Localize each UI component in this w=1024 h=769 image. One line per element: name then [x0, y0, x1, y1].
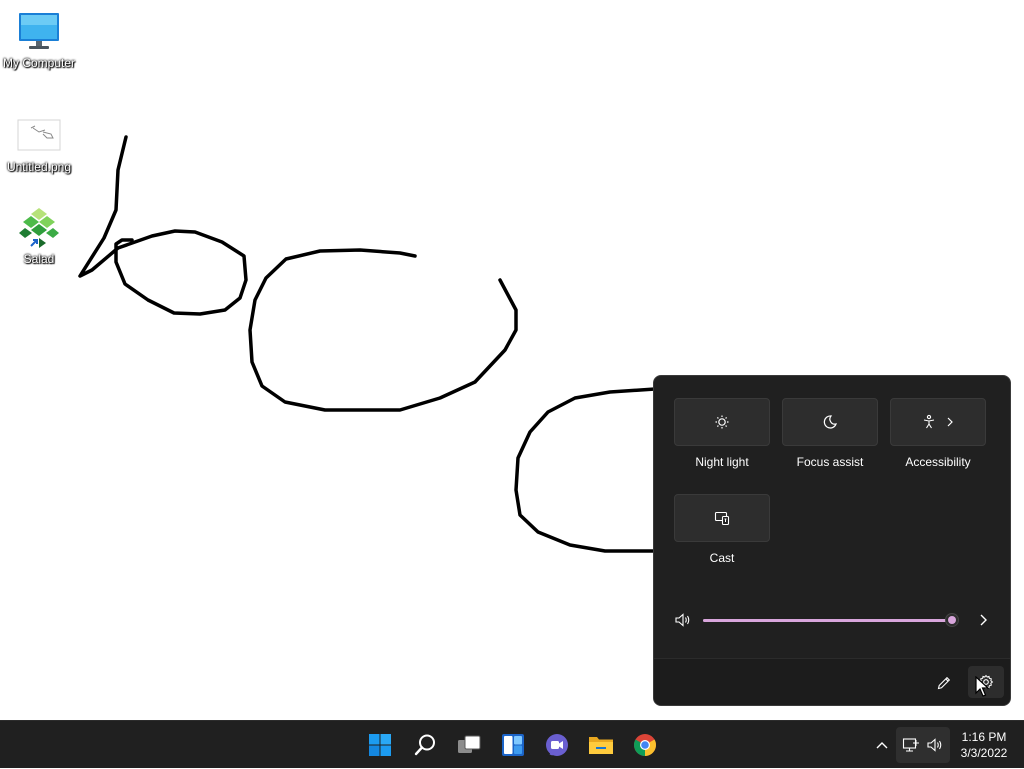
teams-chat-icon: [546, 734, 568, 756]
quick-settings-footer: [654, 658, 1010, 705]
tile-label: Cast: [709, 551, 735, 565]
chevron-right-icon[interactable]: [975, 612, 991, 628]
tile-focus-assist[interactable]: Focus assist: [782, 398, 878, 469]
speaker-icon: [927, 738, 942, 752]
task-view-icon: [458, 735, 481, 753]
start-button[interactable]: [360, 725, 400, 765]
task-view-button[interactable]: [449, 725, 489, 765]
clock-time: 1:16 PM: [961, 730, 1007, 744]
desktop-icon-untitled-png[interactable]: Untitled.png: [0, 114, 78, 174]
tile-night-light[interactable]: Night light: [674, 398, 770, 469]
search-icon: [414, 734, 435, 756]
focus-assist-button[interactable]: [782, 398, 878, 446]
volume-slider[interactable]: [703, 613, 959, 627]
tile-cast[interactable]: Cast: [674, 494, 770, 565]
desktop-icon-label: My Computer: [2, 56, 76, 70]
desktop-icon-salad[interactable]: Salad: [0, 206, 78, 266]
quick-settings-panel: Night light Focus assist Accessibility C…: [653, 375, 1011, 706]
network-icon: [902, 738, 919, 752]
chrome-button[interactable]: [625, 725, 665, 765]
clock-date: 3/3/2022: [960, 746, 1008, 760]
cast-icon: [714, 511, 730, 526]
image-file-icon: [17, 114, 61, 158]
salad-app-icon: [17, 206, 61, 250]
pencil-icon[interactable]: [936, 675, 952, 691]
windows-start-icon: [369, 734, 391, 756]
volume-slider-thumb[interactable]: [945, 613, 959, 627]
chevron-up-icon: [876, 742, 888, 749]
volume-row: [674, 608, 994, 632]
desktop-icon-my-computer[interactable]: My Computer: [0, 10, 78, 70]
folder-icon: [589, 737, 613, 754]
accessibility-icon: [923, 414, 935, 429]
widgets-icon: [502, 734, 524, 756]
chevron-right-icon: [947, 417, 953, 427]
widgets-button[interactable]: [493, 725, 533, 765]
taskbar: 1:16 PM 3/3/2022: [0, 720, 1024, 768]
tray-overflow-button[interactable]: [870, 721, 894, 769]
volume-slider-fill: [703, 619, 952, 622]
tray-network-volume-button[interactable]: [896, 727, 950, 763]
chrome-icon: [634, 734, 656, 756]
tile-label: Focus assist: [796, 455, 864, 469]
desktop-icon-label: Salad: [23, 252, 55, 266]
chat-button[interactable]: [537, 725, 577, 765]
speaker-icon[interactable]: [674, 612, 692, 628]
night-light-button[interactable]: [674, 398, 770, 446]
tile-label: Night light: [695, 455, 749, 469]
monitor-icon: [17, 10, 61, 54]
moon-icon: [823, 415, 837, 429]
search-button[interactable]: [405, 725, 445, 765]
file-explorer-button[interactable]: [581, 725, 621, 765]
taskbar-clock[interactable]: 1:16 PM 3/3/2022: [952, 729, 1016, 761]
cast-button[interactable]: [674, 494, 770, 542]
accessibility-button[interactable]: [890, 398, 986, 446]
desktop-icon-label: Untitled.png: [6, 160, 72, 174]
tile-label: Accessibility: [905, 455, 971, 469]
night-light-icon: [715, 415, 729, 429]
mouse-cursor-icon: [975, 676, 989, 697]
tile-accessibility[interactable]: Accessibility: [890, 398, 986, 469]
